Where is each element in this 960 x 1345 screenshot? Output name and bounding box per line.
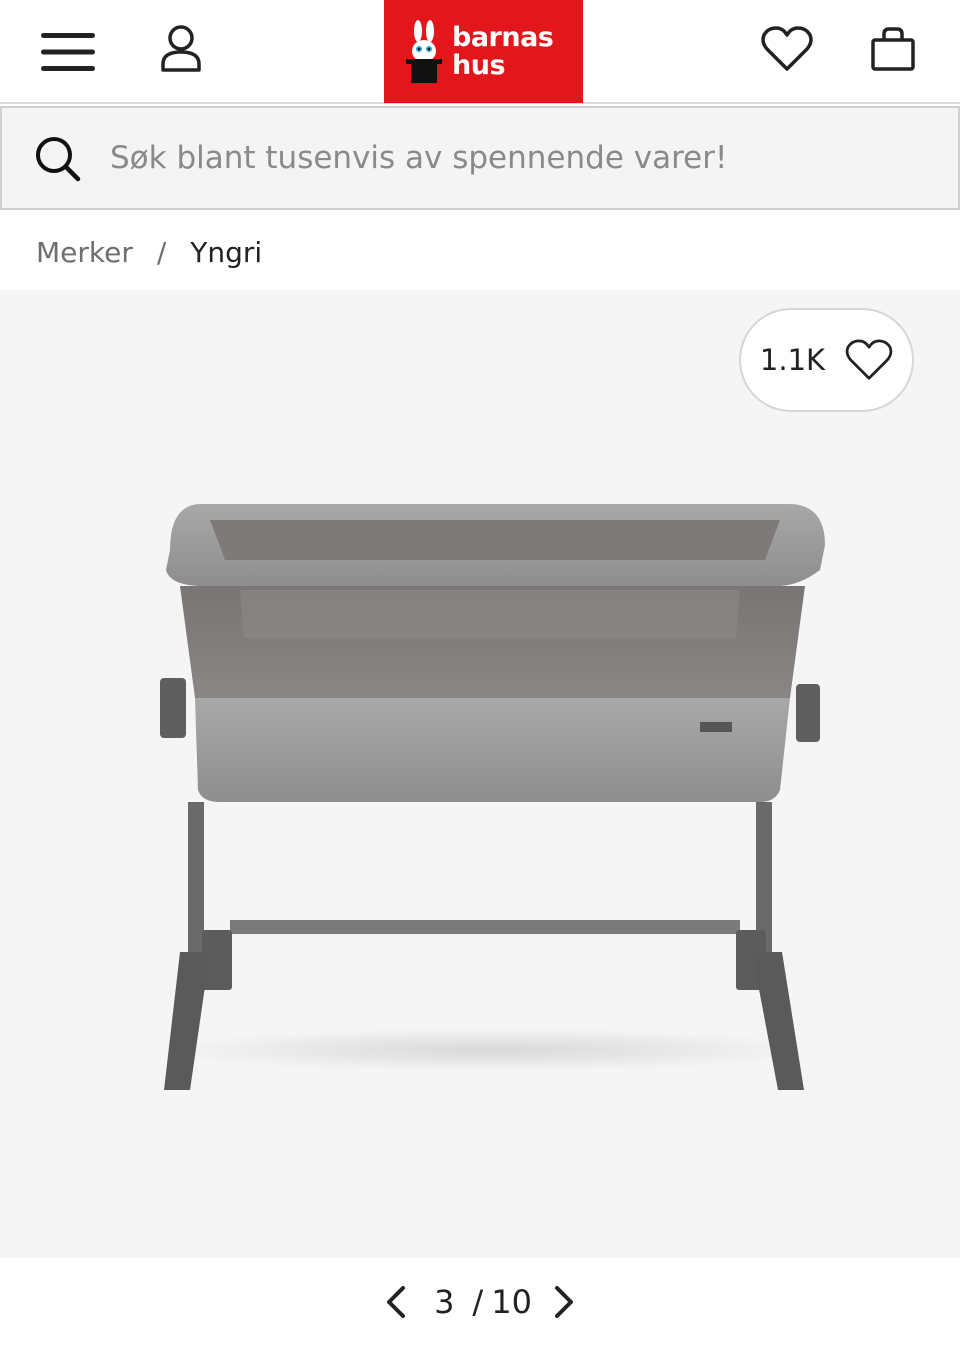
- product-image-gallery[interactable]: 1.1K: [0, 290, 960, 1258]
- breadcrumb-current: Yngri: [190, 235, 263, 269]
- logo-line-2: hus: [452, 49, 506, 81]
- pagination-separator: /: [472, 1282, 484, 1321]
- cart-button[interactable]: [858, 16, 928, 82]
- top-header: barnas hus: [0, 0, 960, 104]
- product-image-bedside-crib: [160, 504, 825, 1090]
- pagination-total: 10: [491, 1282, 532, 1321]
- menu-button[interactable]: [32, 20, 104, 84]
- chevron-right-icon: [554, 1285, 573, 1318]
- shopping-bag-icon: [871, 27, 915, 71]
- heart-icon: [761, 26, 813, 71]
- favorite-count: 1.1K: [759, 343, 826, 377]
- user-icon: [161, 25, 201, 72]
- chevron-left-icon: [387, 1285, 406, 1318]
- search-bar[interactable]: [0, 106, 960, 210]
- hamburger-menu-icon: [41, 33, 95, 71]
- next-image-button[interactable]: [546, 1282, 582, 1322]
- search-input[interactable]: [110, 140, 930, 176]
- breadcrumb: Merker / Yngri: [36, 230, 262, 274]
- pagination-current: 3: [434, 1282, 455, 1321]
- breadcrumb-link-merker[interactable]: Merker: [36, 236, 133, 269]
- favorite-button[interactable]: 1.1K: [739, 308, 914, 412]
- gallery-pagination: 3 / 10: [0, 1258, 960, 1345]
- heart-icon: [845, 339, 893, 380]
- breadcrumb-separator: /: [156, 235, 167, 269]
- account-button[interactable]: [148, 16, 214, 82]
- brand-logo[interactable]: barnas hus: [384, 0, 583, 103]
- search-icon[interactable]: [32, 133, 82, 183]
- logo-wordmark: barnas hus: [452, 21, 554, 81]
- previous-image-button[interactable]: [378, 1282, 414, 1322]
- wishlist-button[interactable]: [752, 16, 822, 82]
- logo-line-1: barnas: [452, 21, 554, 53]
- bunny-hat-logo-icon: [406, 19, 442, 83]
